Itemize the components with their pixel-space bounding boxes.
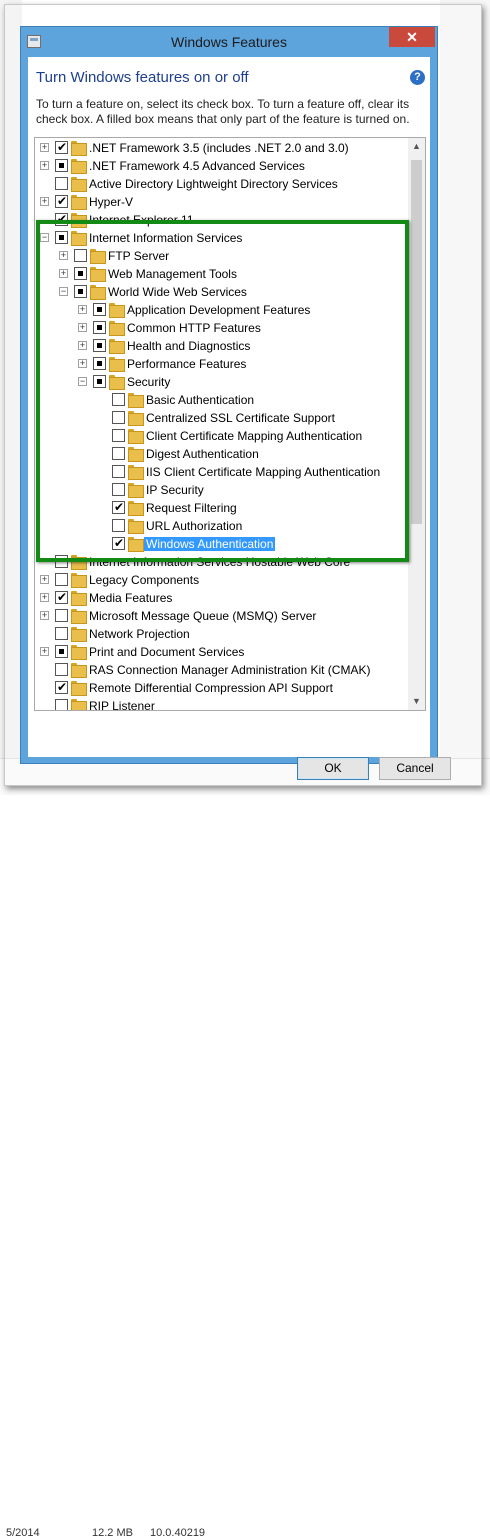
- window-title: Windows Features: [171, 34, 287, 50]
- vertical-scrollbar[interactable]: ▲ ▼: [408, 138, 425, 710]
- feature-checkbox[interactable]: [55, 194, 68, 208]
- feature-checkbox[interactable]: [55, 663, 68, 676]
- expand-icon[interactable]: +: [40, 593, 49, 602]
- expand-icon[interactable]: +: [40, 197, 49, 206]
- folder-icon: [71, 609, 87, 624]
- bg-version: 10.0.40219: [150, 1527, 206, 1539]
- folder-icon: [71, 645, 87, 660]
- help-icon[interactable]: ?: [410, 70, 425, 85]
- folder-icon: [71, 699, 87, 710]
- feature-tree-item[interactable]: Network Projection: [35, 625, 407, 643]
- folder-icon: [71, 195, 87, 210]
- feature-label: Media Features: [89, 591, 173, 605]
- feature-checkbox[interactable]: [55, 590, 68, 604]
- title-bar[interactable]: Windows Features ✕: [21, 27, 437, 57]
- feature-label: Hyper-V: [89, 195, 134, 209]
- feature-tree-item[interactable]: + .NET Framework 4.5 Advanced Services: [35, 157, 407, 175]
- feature-tree-item[interactable]: + Hyper-V: [35, 193, 407, 211]
- feature-tree-item[interactable]: + Print and Document Services: [35, 643, 407, 661]
- folder-icon: [71, 141, 87, 156]
- folder-icon: [71, 177, 87, 192]
- expand-icon[interactable]: +: [40, 161, 49, 170]
- feature-label: RAS Connection Manager Administration Ki…: [89, 663, 371, 677]
- feature-tree-item[interactable]: + .NET Framework 3.5 (includes .NET 2.0 a…: [35, 139, 407, 157]
- folder-icon: [71, 573, 87, 588]
- folder-icon: [71, 591, 87, 606]
- cancel-button[interactable]: Cancel: [379, 757, 451, 780]
- folder-icon: [71, 681, 87, 696]
- bg-size: 12.2 MB: [92, 1527, 133, 1539]
- feature-tree-item[interactable]: Remote Differential Compression API Supp…: [35, 679, 407, 697]
- scroll-down-arrow-icon[interactable]: ▼: [408, 693, 425, 710]
- feature-label: Legacy Components: [89, 573, 200, 587]
- feature-label: Print and Document Services: [89, 645, 245, 659]
- expand-icon[interactable]: +: [40, 575, 49, 584]
- feature-checkbox[interactable]: [55, 177, 68, 190]
- scrollbar-thumb[interactable]: [411, 160, 422, 524]
- feature-label: Remote Differential Compression API Supp…: [89, 681, 333, 695]
- feature-tree-item[interactable]: RIP Listener: [35, 697, 407, 711]
- close-button[interactable]: ✕: [389, 27, 435, 47]
- feature-checkbox[interactable]: [55, 609, 68, 622]
- expand-icon[interactable]: +: [40, 143, 49, 152]
- feature-tree-item[interactable]: + Legacy Components: [35, 571, 407, 589]
- feature-checkbox[interactable]: [55, 645, 68, 658]
- feature-tree-item[interactable]: Active Directory Lightweight Directory S…: [35, 175, 407, 193]
- ok-button[interactable]: OK: [297, 757, 369, 780]
- feature-checkbox[interactable]: [55, 627, 68, 640]
- feature-label: Microsoft Message Queue (MSMQ) Server: [89, 609, 317, 623]
- expand-icon[interactable]: +: [40, 611, 49, 620]
- feature-tree-item[interactable]: + Media Features: [35, 589, 407, 607]
- folder-icon: [71, 627, 87, 642]
- dialog-heading: Turn Windows features on or off: [36, 69, 249, 86]
- dialog-description: To turn a feature on, select its check b…: [36, 97, 410, 126]
- folder-icon: [71, 663, 87, 678]
- feature-label: .NET Framework 4.5 Advanced Services: [89, 159, 305, 173]
- feature-checkbox[interactable]: [55, 159, 68, 172]
- feature-label: RIP Listener: [89, 699, 155, 711]
- feature-checkbox[interactable]: [55, 699, 68, 710]
- feature-label: Network Projection: [89, 627, 190, 641]
- feature-checkbox[interactable]: [55, 573, 68, 586]
- bg-date: 5/2014: [6, 1527, 40, 1539]
- green-highlight-box: [36, 220, 409, 562]
- feature-label: Active Directory Lightweight Directory S…: [89, 177, 338, 191]
- feature-checkbox[interactable]: [55, 140, 68, 154]
- feature-tree-item[interactable]: + Microsoft Message Queue (MSMQ) Server: [35, 607, 407, 625]
- scroll-up-arrow-icon[interactable]: ▲: [408, 138, 425, 155]
- feature-label: .NET Framework 3.5 (includes .NET 2.0 an…: [89, 141, 349, 155]
- feature-tree-item[interactable]: RAS Connection Manager Administration Ki…: [35, 661, 407, 679]
- expand-icon[interactable]: +: [40, 647, 49, 656]
- feature-checkbox[interactable]: [55, 680, 68, 694]
- folder-icon: [71, 159, 87, 174]
